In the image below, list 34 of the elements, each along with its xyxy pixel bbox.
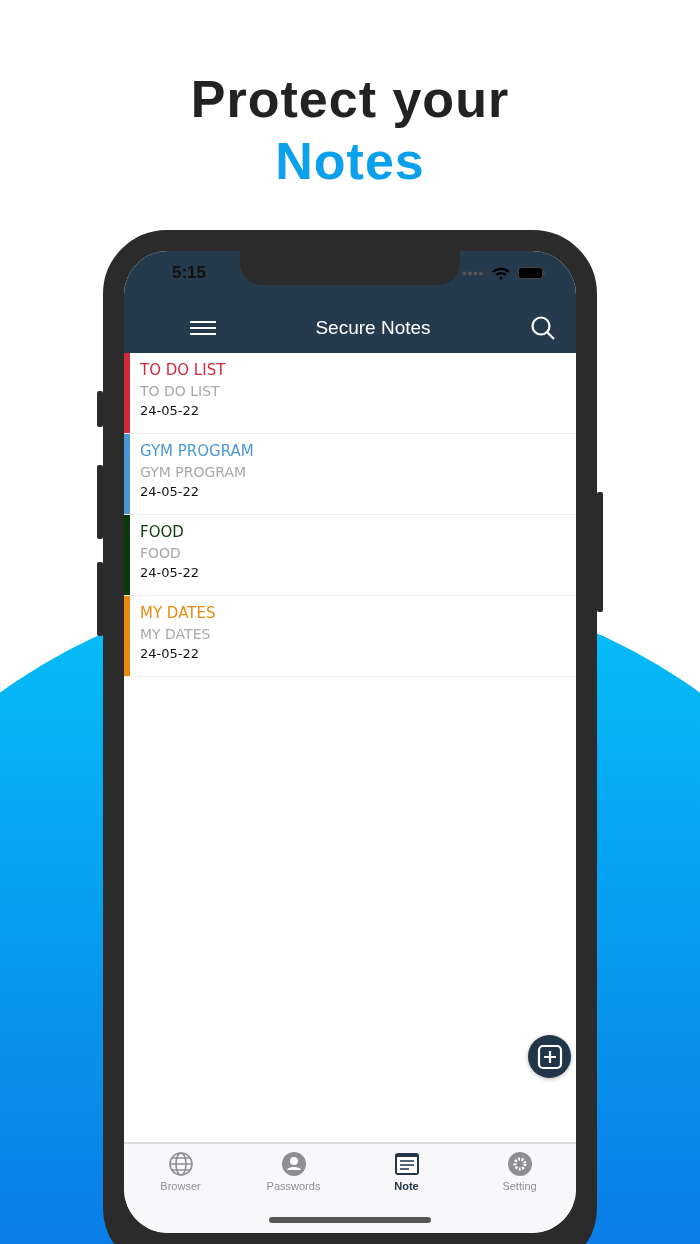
person-icon — [280, 1151, 307, 1177]
status-time: 5:15 — [172, 263, 207, 283]
battery-icon — [518, 267, 546, 279]
tab[interactable]: Note — [350, 1150, 463, 1193]
plus-square-icon — [536, 1043, 563, 1070]
gear-icon — [506, 1151, 533, 1177]
note-row[interactable]: GYM PROGRAM GYM PROGRAM 24-05-22 — [124, 434, 576, 515]
note-title: FOOD — [140, 523, 185, 541]
screen-title: Secure Notes — [315, 317, 431, 339]
note-date: 24-05-22 — [140, 565, 199, 580]
signal-icon — [462, 270, 484, 276]
note-date: 24-05-22 — [140, 403, 200, 418]
search-icon — [530, 315, 556, 341]
wifi-icon — [492, 266, 510, 280]
menu-button[interactable] — [190, 321, 216, 335]
note-preview: GYM PROGRAM — [140, 464, 248, 480]
note-title: MY DATES — [140, 604, 216, 622]
search-button[interactable] — [530, 315, 556, 341]
note-title: TO DO LIST — [140, 361, 226, 379]
note-title: GYM PROGRAM — [140, 442, 254, 460]
note-date: 24-05-22 — [140, 646, 200, 661]
note-date: 24-05-22 — [140, 484, 200, 499]
globe-icon — [167, 1151, 194, 1177]
add-note-button[interactable] — [528, 1035, 571, 1078]
note-preview: FOOD — [140, 545, 182, 561]
headline-highlight: Notes — [275, 131, 425, 192]
note-row[interactable]: MY DATES MY DATES 24-05-22 — [124, 596, 576, 677]
note-row[interactable]: TO DO LIST TO DO LIST 24-05-22 — [124, 353, 576, 434]
note-icon — [393, 1151, 420, 1177]
note-row[interactable]: FOOD FOOD 24-05-22 — [124, 515, 576, 596]
headline: Protect your — [190, 69, 510, 130]
menu-icon — [190, 321, 216, 335]
note-preview: MY DATES — [140, 626, 212, 642]
note-preview: TO DO LIST — [140, 383, 221, 399]
